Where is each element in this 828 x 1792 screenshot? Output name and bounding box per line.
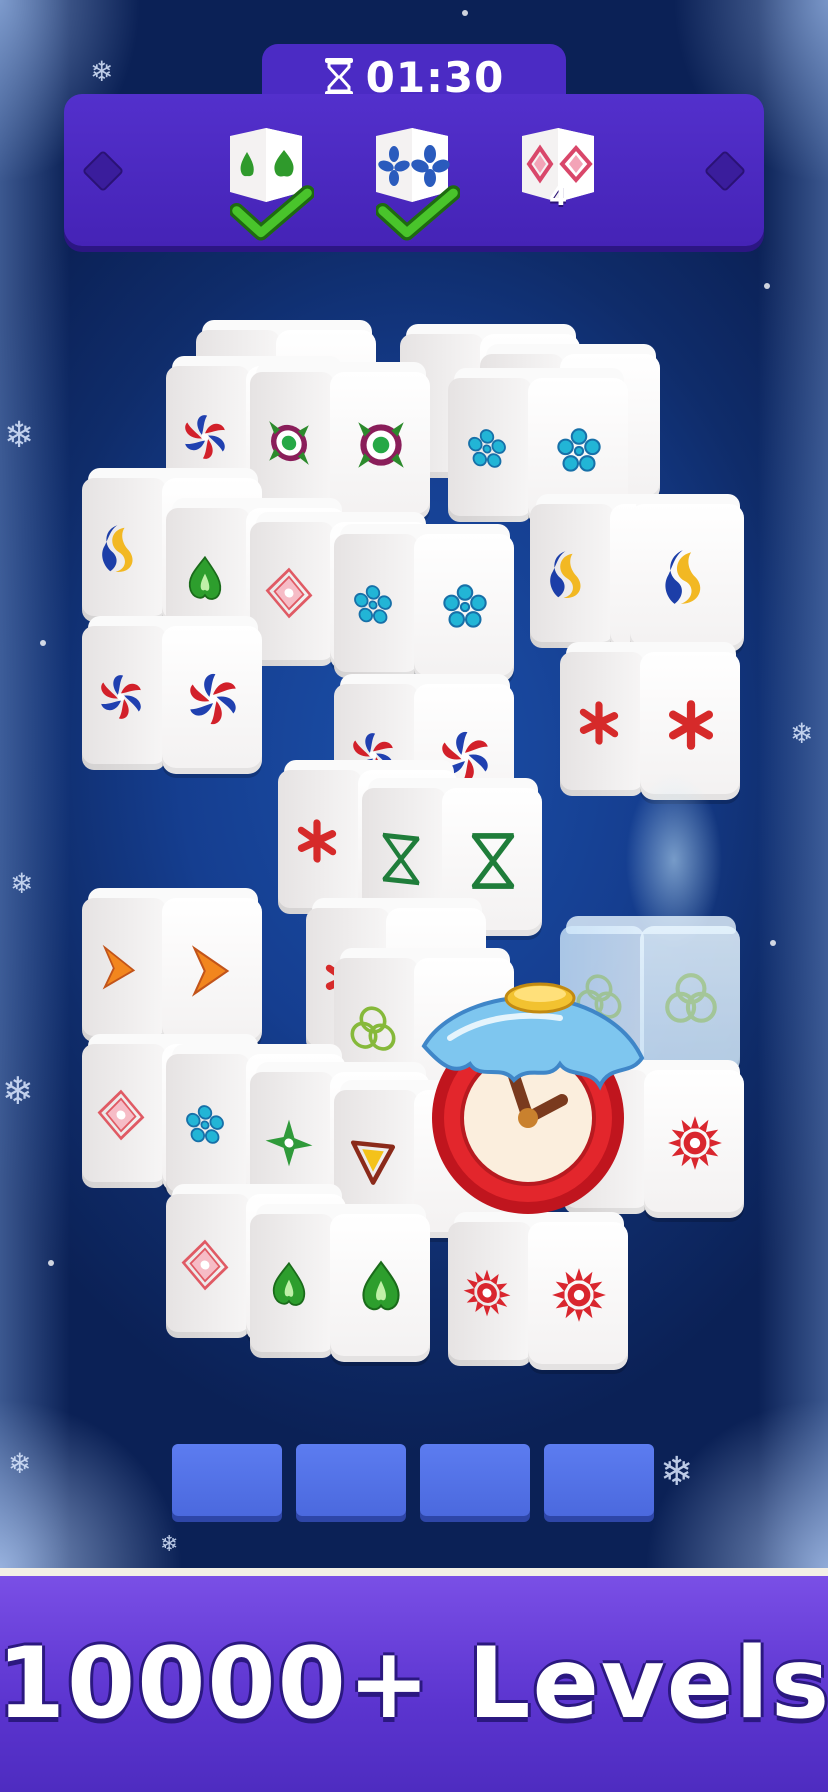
mahjong-tile-chevron[interactable] — [82, 888, 262, 1048]
hourglass-icon — [324, 58, 353, 96]
mahjong-tile-sun[interactable] — [448, 1212, 628, 1372]
triangle-icon — [346, 1127, 400, 1195]
snowflake-icon: ❄ — [90, 55, 114, 88]
promo-banner: 10000+ Levels — [0, 1576, 828, 1792]
mahjong-tile-yinyang[interactable] — [630, 494, 744, 654]
banner-divider — [0, 1568, 828, 1576]
sun-icon — [552, 1268, 606, 1322]
pinwheel-icon — [187, 671, 239, 727]
knot-icon — [660, 968, 722, 1030]
hourglass-symbol-icon — [462, 830, 524, 892]
petals-icon — [557, 428, 601, 472]
check-icon — [376, 185, 460, 241]
panel-ornament-right — [703, 149, 747, 193]
tile-slot-3[interactable] — [420, 1444, 530, 1516]
tile-slot-1[interactable] — [172, 1444, 282, 1516]
frozen-clock-icon[interactable] — [410, 968, 650, 1228]
mahjong-tile-petals[interactable] — [334, 524, 514, 684]
goal-remaining-count: 4 — [548, 182, 568, 212]
sun-icon — [668, 1116, 722, 1170]
goal-petals — [370, 122, 460, 241]
snowflake-icon: ❄ — [790, 717, 814, 750]
snowflake-icon: ❄ — [4, 415, 35, 456]
mahjong-tile-pinwheel[interactable] — [82, 616, 262, 776]
knot-icon — [350, 1004, 396, 1052]
swirl-icon — [665, 550, 701, 604]
chevron-icon — [103, 946, 135, 992]
goal-spade — [224, 122, 314, 241]
asterisk-icon — [578, 699, 620, 747]
asterisk-icon — [296, 817, 338, 865]
snow-dot — [40, 640, 46, 646]
snow-dot — [764, 283, 770, 289]
ring-icon — [358, 422, 404, 468]
sun-icon — [463, 1267, 511, 1319]
tile-slot-2[interactable] — [296, 1444, 406, 1516]
tile-slot-bar — [172, 1444, 654, 1516]
star-icon — [265, 1117, 313, 1169]
check-icon — [230, 185, 314, 241]
petals-icon — [468, 427, 506, 469]
pinwheel-icon — [182, 410, 228, 464]
snowflake-icon: ❄ — [2, 1069, 34, 1113]
ring-icon — [269, 421, 309, 465]
petals-icon — [186, 1103, 224, 1145]
snowflake-icon: ❄ — [160, 1532, 179, 1557]
chevron-icon — [193, 947, 229, 995]
mahjong-tile-spade[interactable] — [250, 1204, 430, 1364]
panel-ornament-left — [81, 149, 125, 193]
tile-slot-4[interactable] — [544, 1444, 654, 1516]
snowflake-icon: ❄ — [660, 1449, 694, 1495]
pinwheel-icon — [98, 670, 144, 724]
petals-icon — [354, 583, 392, 625]
hourglass-symbol-icon — [374, 825, 428, 893]
diamond-icon — [98, 1087, 144, 1143]
spade-icon — [272, 1260, 306, 1307]
banner-title: 10000+ Levels — [0, 1627, 828, 1741]
diamond-icon — [182, 1237, 228, 1293]
swirl-icon — [102, 523, 133, 574]
snowflake-icon: ❄ — [10, 867, 34, 900]
snow-dot — [48, 1260, 54, 1266]
diamond-icon — [266, 565, 312, 621]
spade-icon — [188, 554, 222, 601]
snow-dot — [770, 940, 776, 946]
snow-dot — [462, 10, 468, 16]
spade-icon — [362, 1261, 400, 1311]
goal-panel: 4 — [64, 94, 764, 246]
snowflake-icon: ❄ — [8, 1447, 32, 1480]
asterisk-icon — [667, 700, 715, 750]
game-board: ❄ ❄ ❄ ❄ ❄ ❄ ❄ ❄ 01:30 4 — [0, 0, 828, 1568]
swirl-icon — [550, 549, 581, 600]
petals-icon — [443, 584, 487, 628]
